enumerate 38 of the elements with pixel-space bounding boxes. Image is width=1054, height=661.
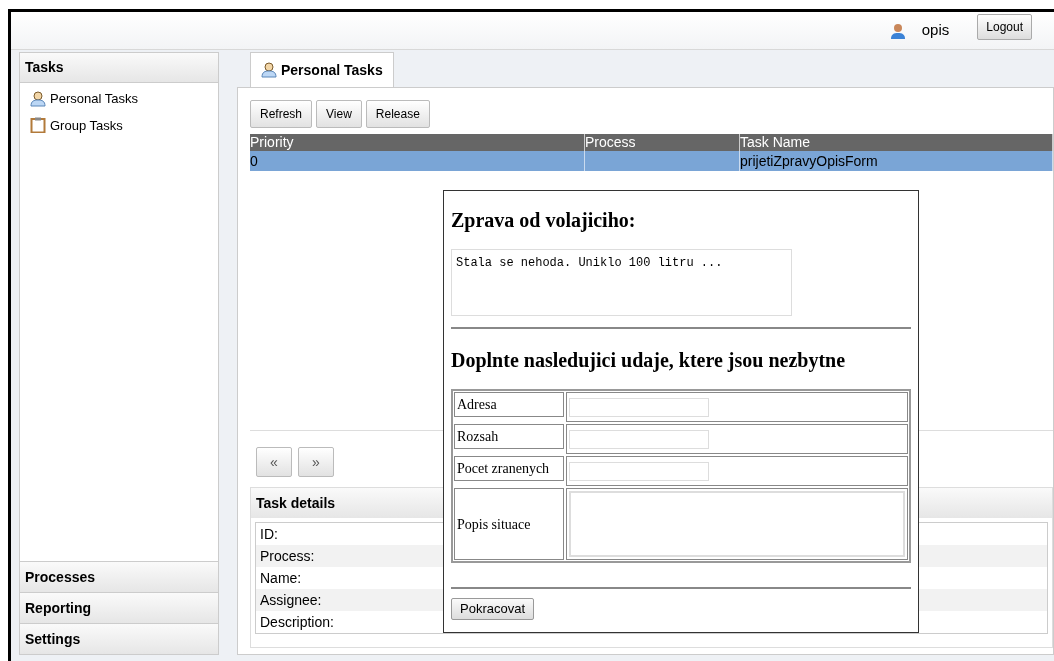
sidebar-item[interactable]: Group Tasks	[30, 115, 208, 135]
sidebar-header: Tasks	[20, 53, 218, 83]
toolbar-button[interactable]: Release	[365, 100, 430, 128]
sidebar-section[interactable]: Processes	[20, 561, 218, 592]
message-textarea[interactable]: Stala se nehoda. Uniklo 100 litru ...	[451, 249, 792, 316]
tab[interactable]: Personal Tasks	[250, 52, 394, 87]
field-label: Adresa	[454, 392, 564, 417]
sidebar-item[interactable]: Personal Tasks	[30, 89, 208, 109]
table-cell: prijetiZpravyOpisForm	[740, 153, 878, 169]
toolbar-button[interactable]: Refresh	[250, 100, 313, 128]
person-icon	[261, 62, 277, 78]
field-label: Popis situace	[454, 488, 564, 560]
user-icon	[889, 22, 906, 39]
text-input[interactable]	[569, 461, 709, 481]
sidebar-section[interactable]: Reporting	[20, 592, 218, 623]
sidebar-section[interactable]: Settings	[20, 623, 218, 654]
dialog-heading: Doplnte nasledujici udaje, ktere jsou nezbytne	[451, 348, 847, 374]
field-label: Pocet zranenych	[454, 456, 564, 481]
logout-button[interactable]: Logout	[977, 13, 1032, 40]
continue-button[interactable]: Pokracovat	[451, 598, 535, 620]
dialog-heading: Zprava od volajiciho:	[451, 208, 637, 234]
pager-button[interactable]: »	[298, 447, 334, 477]
text-input[interactable]	[569, 429, 709, 449]
table-row[interactable]: 0 prijetiZpravyOpisForm	[250, 151, 1053, 171]
username: opis	[921, 20, 950, 41]
pager-button[interactable]: «	[256, 447, 292, 477]
field-label: Description:	[259, 612, 334, 632]
clipboard-icon	[30, 117, 46, 134]
field-label: Process:	[259, 546, 315, 566]
field-label: Name:	[259, 568, 302, 588]
person-icon	[30, 90, 46, 107]
field-label: Rozsah	[454, 424, 564, 449]
field-label: ID:	[259, 524, 278, 544]
field-label: Assignee:	[259, 590, 322, 610]
toolbar-button[interactable]: View	[316, 100, 362, 128]
table-cell: 0	[250, 153, 258, 169]
textarea-input[interactable]	[569, 491, 905, 557]
text-input[interactable]	[569, 397, 709, 417]
